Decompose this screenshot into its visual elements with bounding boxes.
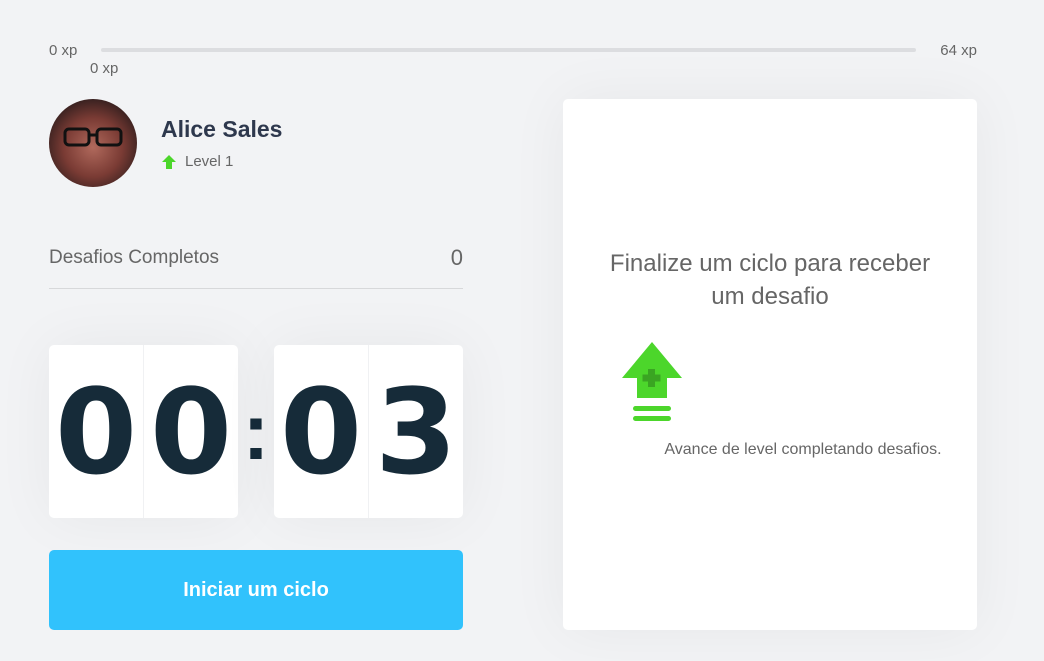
minute-digit-right: 0 [143, 345, 238, 518]
second-digit-right: 3 [368, 345, 463, 518]
challenge-box: Finalize um ciclo para receber um desafi… [563, 99, 977, 630]
profile-info: Alice Sales Level 1 [161, 116, 282, 170]
xp-track [101, 48, 917, 52]
countdown: 0 0 : 0 3 [49, 345, 463, 518]
user-level: Level 1 [161, 153, 282, 170]
profile: Alice Sales Level 1 [49, 99, 282, 187]
user-level-label: Level 1 [185, 153, 234, 170]
countdown-minutes: 0 0 [49, 345, 238, 518]
xp-min-label: 0 xp [49, 41, 78, 59]
countdown-separator: : [242, 386, 270, 476]
completed-challenges-label: Desafios Completos [49, 247, 220, 268]
level-arrow-icon [162, 154, 176, 169]
challenge-title: Finalize um ciclo para receber um desafi… [609, 250, 931, 310]
avatar [49, 99, 137, 187]
user-name: Alice Sales [161, 116, 283, 142]
avatar-glasses [63, 127, 123, 147]
second-digit-left: 0 [279, 362, 363, 501]
challenge-description: Avance de level completando desafios. [664, 441, 942, 458]
xp-current-label: 0 xp [90, 60, 119, 77]
xp-max-label: 64 xp [940, 41, 977, 59]
level-up-icon [622, 342, 682, 421]
experience-bar: 0 xp 64 xp [49, 40, 977, 60]
countdown-seconds: 0 3 [274, 345, 463, 518]
completed-challenges: Desafios Completos 0 [49, 236, 463, 289]
start-cycle-button[interactable]: Iniciar um ciclo [49, 550, 463, 630]
completed-challenges-count: 0 [450, 245, 463, 270]
minute-digit-left: 0 [54, 362, 138, 501]
